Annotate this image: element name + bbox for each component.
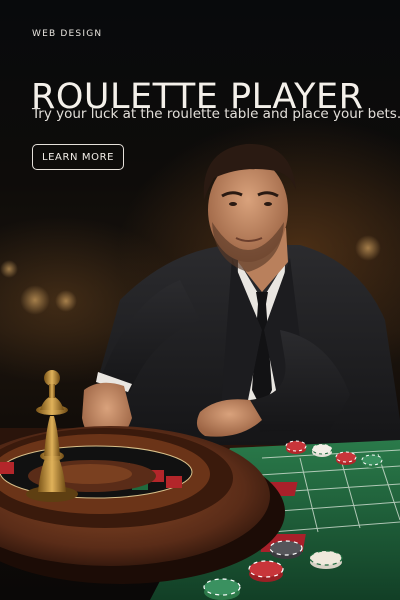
chip-stack <box>285 440 307 454</box>
chip-stack <box>248 560 284 582</box>
chip-stack <box>203 578 241 600</box>
learn-more-button[interactable]: LEARN MORE <box>32 144 124 170</box>
chip-stack <box>335 451 357 465</box>
chip-stack <box>269 540 303 559</box>
eyebrow-label: WEB DESIGN <box>32 29 103 39</box>
chip-stack <box>311 443 333 457</box>
hero-banner: WEB DESIGN ROULETTE PLAYER Try your luck… <box>0 0 400 600</box>
chip-stack <box>361 454 383 468</box>
subtitle: Try your luck at the roulette table and … <box>32 106 400 122</box>
chip-stack <box>309 550 343 569</box>
